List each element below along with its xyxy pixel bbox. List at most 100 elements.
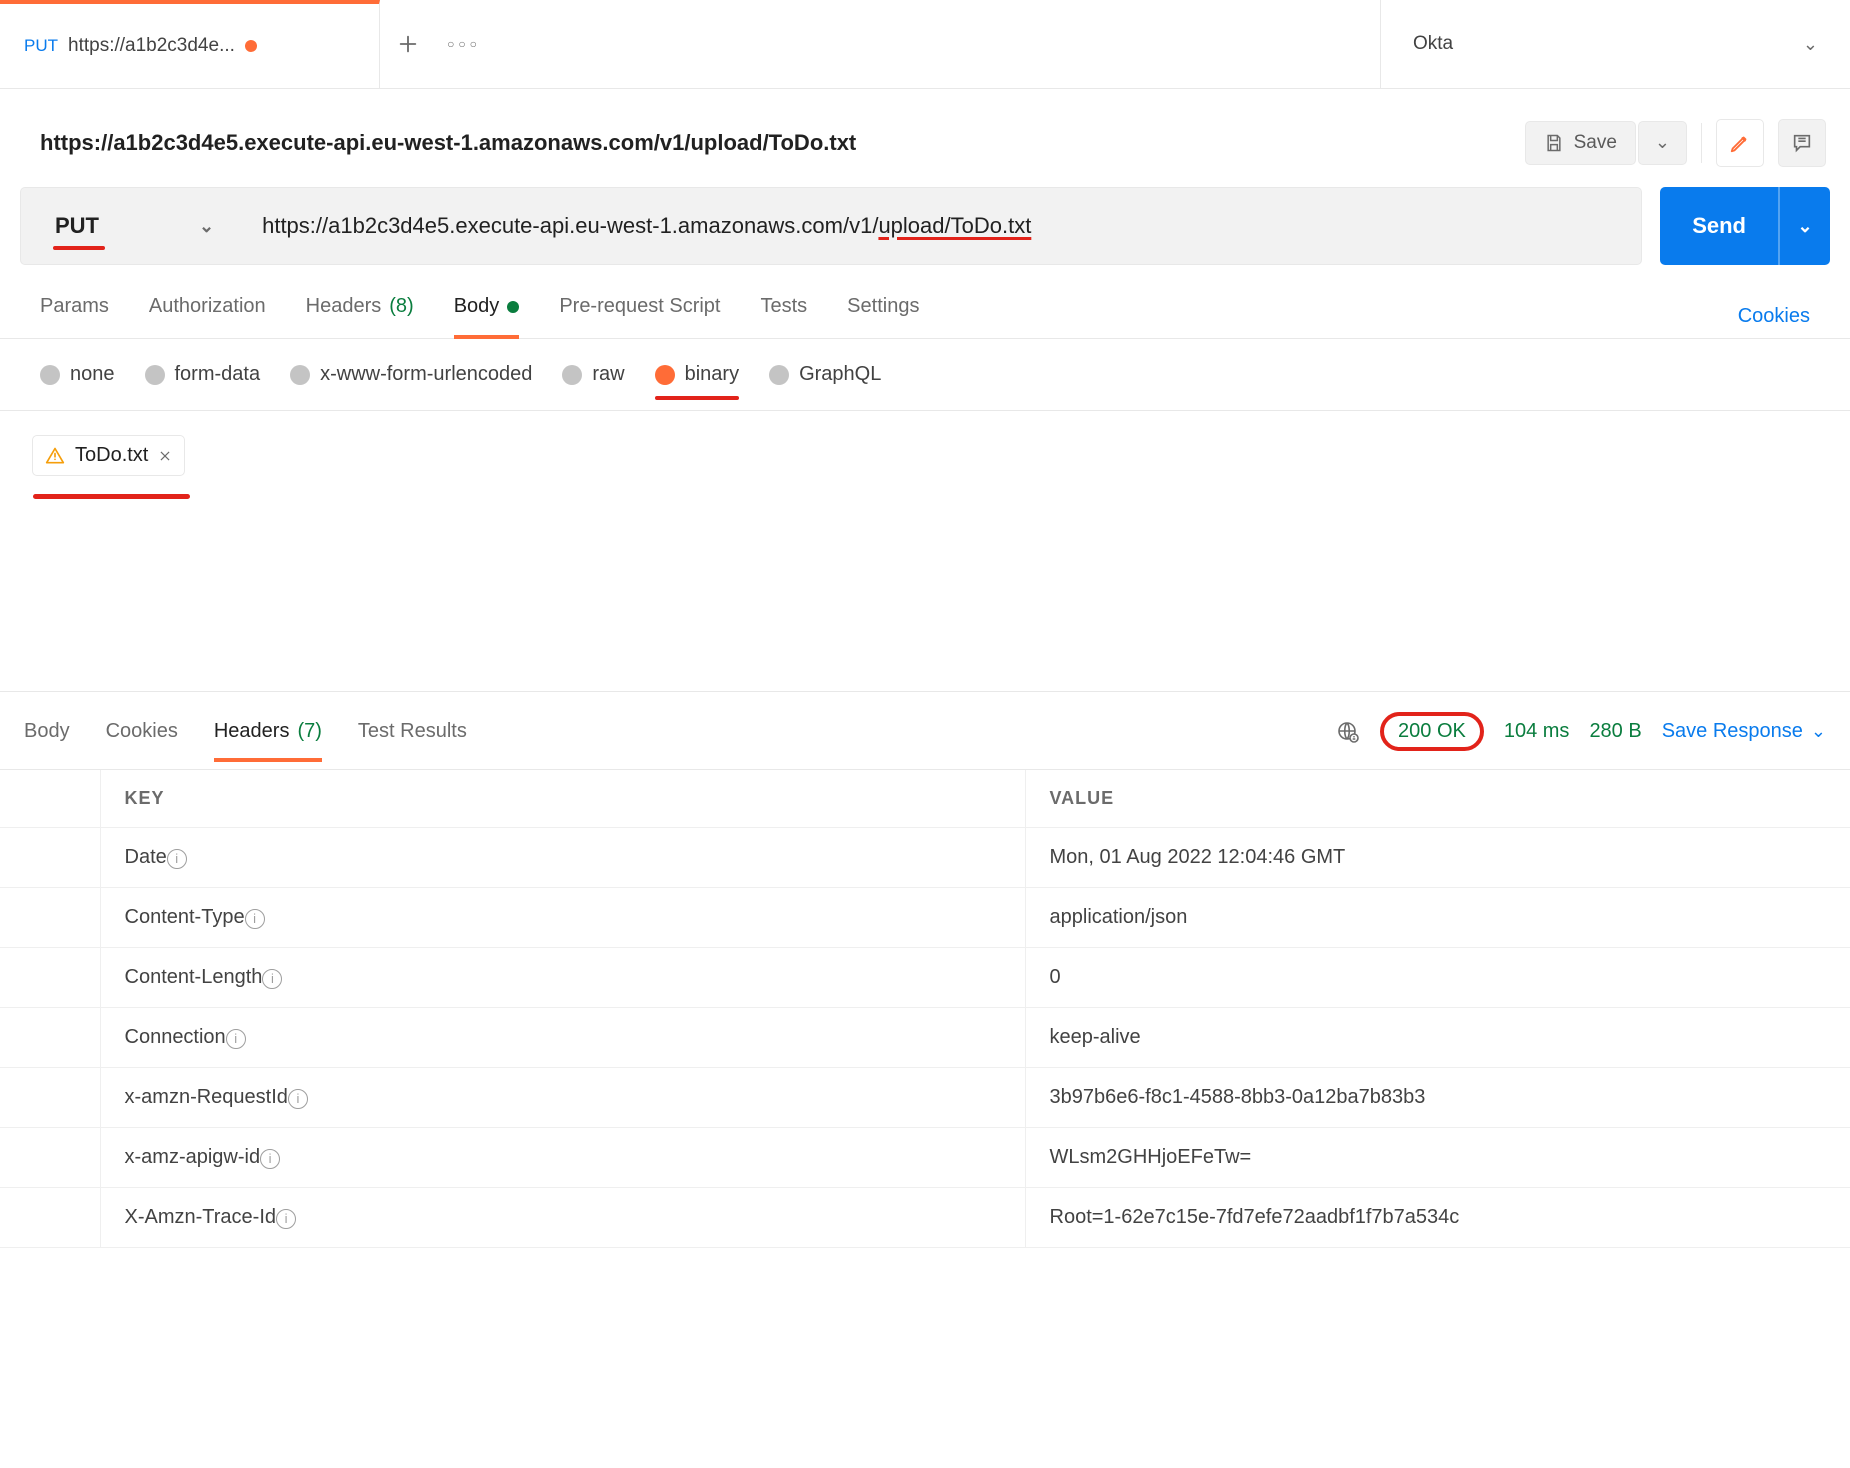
header-value: 3b97b6e6-f8c1-4588-8bb3-0a12ba7b83b3 [1025,1068,1850,1128]
info-icon[interactable]: i [276,1209,296,1229]
response-tab-headers-count: (7) [297,720,321,743]
uploaded-file-name: ToDo.txt [75,444,148,467]
save-options-button[interactable]: ⌄ [1638,121,1687,165]
send-button-label: Send [1660,187,1778,265]
header-key: Content-Length [125,966,263,988]
tab-params[interactable]: Params [40,295,109,338]
table-row: Connectionikeep-alive [0,1008,1850,1068]
body-type-binary-label: binary [685,363,739,386]
body-type-raw[interactable]: raw [562,363,624,386]
response-tab-body[interactable]: Body [24,720,70,761]
comment-icon [1791,132,1813,154]
body-type-raw-label: raw [592,363,624,386]
header-value: WLsm2GHHjoEFeTw= [1025,1128,1850,1188]
table-row-gutter [0,1008,100,1068]
remove-file-button[interactable] [158,449,172,463]
save-button[interactable]: Save [1525,121,1636,165]
info-icon[interactable]: i [288,1089,308,1109]
request-breadcrumb: https://a1b2c3d4e5.execute-api.eu-west-1… [40,130,856,156]
table-header-key: KEY [100,770,1025,828]
request-tab-active[interactable]: PUT https://a1b2c3d4e... [0,0,380,88]
request-bar: PUT ⌄ https://a1b2c3d4e5.execute-api.eu-… [0,187,1850,265]
header-key-cell: x-amzn-RequestIdi [100,1068,1025,1128]
tab-tests[interactable]: Tests [760,295,807,338]
info-icon[interactable]: i [167,849,187,869]
response-section-tabs: Body Cookies Headers (7) Test Results 20… [0,691,1850,770]
warning-icon [45,446,65,466]
environment-selector[interactable]: Okta ⌄ [1380,0,1850,88]
info-icon[interactable]: i [260,1149,280,1169]
tab-body[interactable]: Body [454,295,520,338]
edit-button[interactable] [1716,119,1764,167]
header-key-cell: X-Amzn-Trace-Idi [100,1188,1025,1248]
table-row: DateiMon, 01 Aug 2022 12:04:46 GMT [0,828,1850,888]
network-icon[interactable] [1336,720,1360,744]
info-icon[interactable]: i [262,969,282,989]
body-type-graphql-label: GraphQL [799,363,881,386]
save-icon [1544,133,1564,153]
url-input[interactable]: https://a1b2c3d4e5.execute-api.eu-west-1… [238,187,1642,265]
send-options-button[interactable]: ⌄ [1778,187,1830,265]
header-value: 0 [1025,948,1850,1008]
radio-selected-icon [655,365,675,385]
table-row: Content-Typeiapplication/json [0,888,1850,948]
response-tab-cookies[interactable]: Cookies [106,720,178,761]
tab-headers[interactable]: Headers (8) [306,295,414,338]
chevron-down-icon: ⌄ [1811,721,1826,742]
response-tab-headers[interactable]: Headers (7) [214,720,322,761]
body-type-urlencoded-label: x-www-form-urlencoded [320,363,532,386]
header-key-cell: x-amz-apigw-idi [100,1128,1025,1188]
header-value: application/json [1025,888,1850,948]
send-button[interactable]: Send ⌄ [1660,187,1830,265]
tab-headers-label: Headers [306,295,382,318]
save-response-label: Save Response [1662,720,1803,743]
request-tabs-bar: PUT https://a1b2c3d4e... ○○○ Okta ⌄ [0,0,1850,89]
new-tab-button[interactable] [380,0,436,88]
table-row-gutter [0,888,100,948]
table-gutter [0,770,100,828]
table-row-gutter [0,948,100,1008]
tab-authorization[interactable]: Authorization [149,295,266,338]
body-type-none[interactable]: none [40,363,115,386]
body-type-formdata[interactable]: form-data [145,363,261,386]
tab-prerequest-script[interactable]: Pre-request Script [559,295,720,338]
response-time: 104 ms [1504,720,1570,743]
header-value: Mon, 01 Aug 2022 12:04:46 GMT [1025,828,1850,888]
http-method-select[interactable]: PUT ⌄ [20,187,238,265]
header-key-cell: Content-Lengthi [100,948,1025,1008]
comment-button[interactable] [1778,119,1826,167]
close-icon [158,449,172,463]
table-row-gutter [0,1188,100,1248]
plus-icon [397,33,419,55]
chevron-down-icon: ⌄ [199,216,214,237]
url-text: https://a1b2c3d4e5.execute-api.eu-west-1… [262,213,1031,239]
header-key-cell: Datei [100,828,1025,888]
table-header-value: VALUE [1025,770,1850,828]
header-key: x-amzn-RequestId [125,1086,288,1108]
cookies-link[interactable]: Cookies [1738,305,1810,328]
info-icon[interactable]: i [245,909,265,929]
request-tab-method: PUT [24,36,58,56]
header-key-cell: Connectioni [100,1008,1025,1068]
response-tab-testresults[interactable]: Test Results [358,720,467,761]
body-type-urlencoded[interactable]: x-www-form-urlencoded [290,363,532,386]
pencil-icon [1729,132,1751,154]
tab-settings[interactable]: Settings [847,295,919,338]
body-type-formdata-label: form-data [175,363,261,386]
ellipsis-icon: ○○○ [447,37,481,51]
tab-options-button[interactable]: ○○○ [436,0,492,88]
uploaded-file-chip[interactable]: ToDo.txt [32,435,185,476]
request-tab-title: https://a1b2c3d4e... [68,35,235,57]
tab-body-label: Body [454,295,500,318]
body-type-binary[interactable]: binary [655,363,739,386]
url-highlight: upload/ToDo.txt [878,213,1031,238]
table-row: X-Amzn-Trace-IdiRoot=1-62e7c15e-7fd7efe7… [0,1188,1850,1248]
save-response-button[interactable]: Save Response ⌄ [1662,720,1826,743]
header-key: Date [125,846,167,868]
chevron-down-icon: ⌄ [1803,34,1818,55]
body-type-graphql[interactable]: GraphQL [769,363,881,386]
table-row: x-amz-apigw-idiWLsm2GHHjoEFeTw= [0,1128,1850,1188]
url-prefix: https://a1b2c3d4e5.execute-api.eu-west-1… [262,213,878,238]
info-icon[interactable]: i [226,1029,246,1049]
header-key: x-amz-apigw-id [125,1146,261,1168]
